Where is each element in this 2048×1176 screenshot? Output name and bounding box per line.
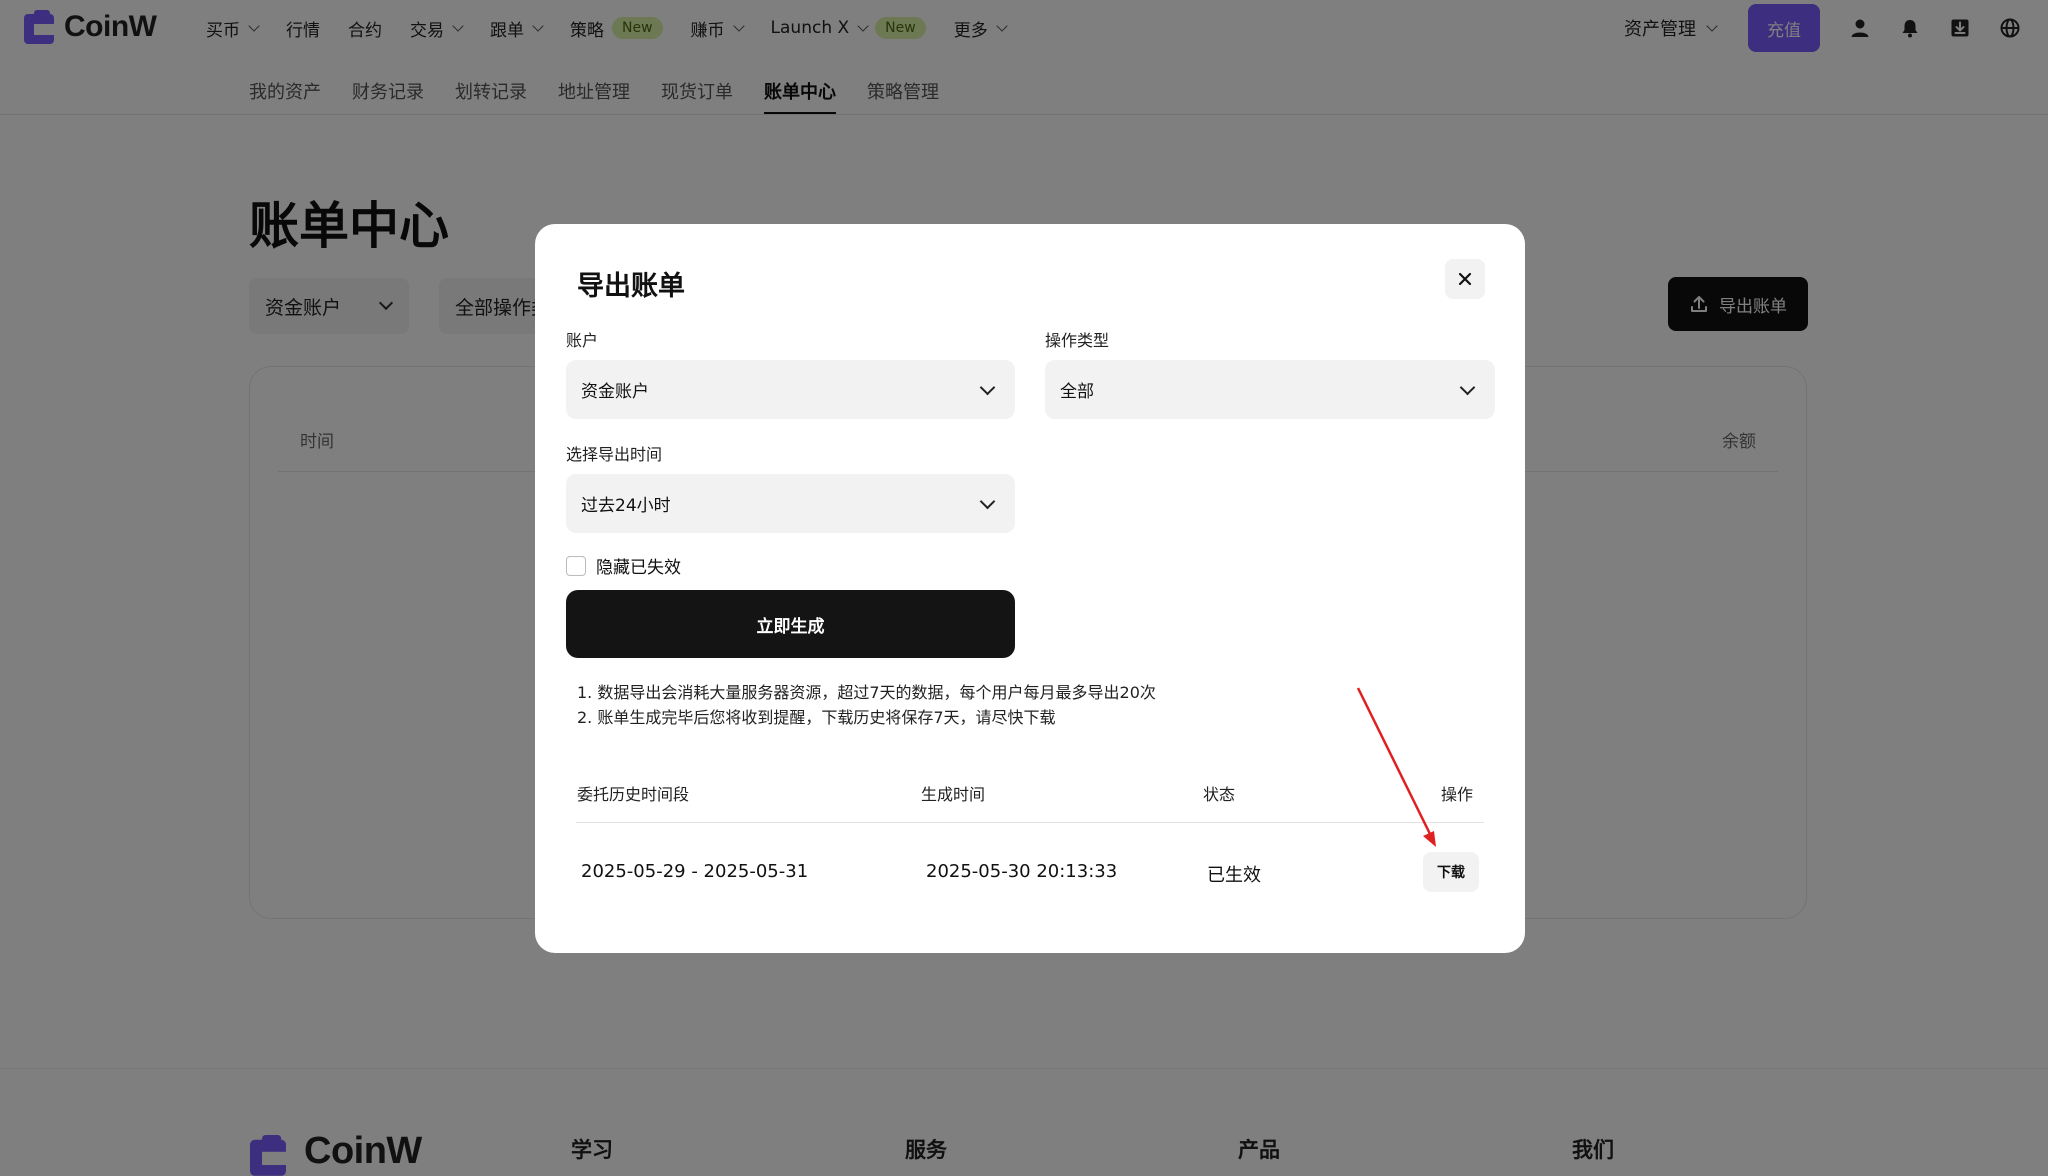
account-select[interactable]: 资金账户 [566,360,1015,419]
chevron-down-icon [979,379,996,396]
export-time-label: 选择导出时间 [566,445,663,464]
account-label: 账户 [566,331,599,350]
column-header-status: 状态 [1203,785,1236,804]
operation-type-label: 操作类型 [1045,331,1110,350]
chevron-down-icon [979,493,996,510]
history-header-divider [576,822,1484,823]
export-bill-dialog: 导出账单 账户 资金账户 操作类型 全部 选择导出时间 过去24小时 隐藏已失效… [535,224,1525,953]
note-line: 1. 数据导出会消耗大量服务器资源，超过7天的数据，每个用户每月最多导出20次 [577,683,1156,702]
note-line: 2. 账单生成完毕后您将收到提醒，下载历史将保存7天，请尽快下载 [577,708,1056,727]
column-header-generated-time: 生成时间 [921,785,986,804]
close-icon [1458,272,1472,286]
row-status: 已生效 [1207,865,1261,886]
hide-expired-checkbox[interactable] [566,555,586,576]
close-button[interactable] [1445,259,1485,299]
export-notes: 1. 数据导出会消耗大量服务器资源，超过7天的数据，每个用户每月最多导出20次 … [577,680,1156,730]
row-period: 2025-05-29 - 2025-05-31 [581,861,809,882]
hide-expired-label: 隐藏已失效 [596,558,681,578]
row-generated-time: 2025-05-30 20:13:33 [926,861,1118,882]
dialog-title: 导出账单 [577,271,685,302]
chevron-down-icon [1459,379,1476,396]
download-button[interactable]: 下载 [1423,852,1479,892]
column-header-period: 委托历史时间段 [577,785,690,804]
operation-type-select[interactable]: 全部 [1045,360,1495,419]
export-time-select[interactable]: 过去24小时 [566,474,1015,533]
column-header-action: 操作 [1441,785,1474,804]
generate-now-button[interactable]: 立即生成 [566,590,1015,658]
hide-expired-option[interactable]: 隐藏已失效 [566,553,681,578]
